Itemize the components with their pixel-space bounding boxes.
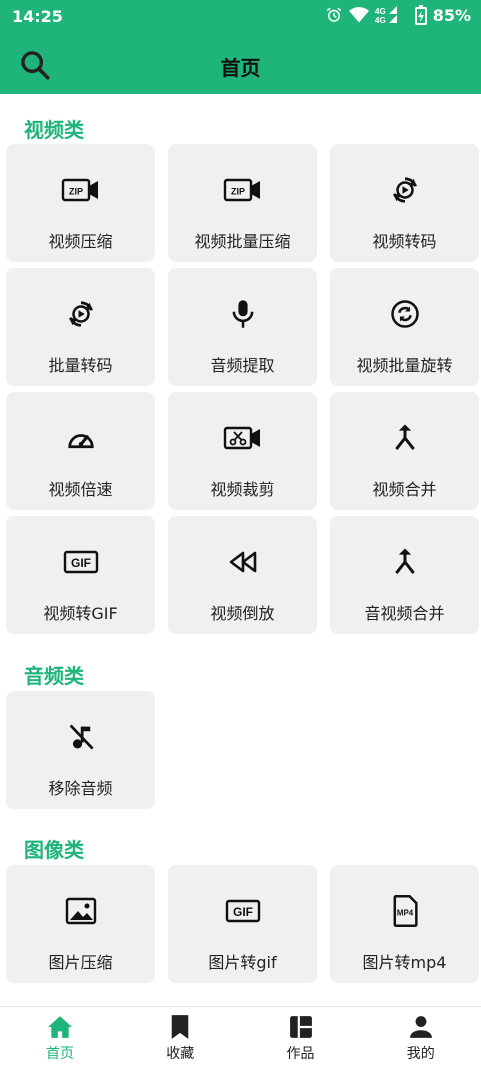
- tool-tile-label: 视频转GIF: [43, 604, 118, 623]
- zip-video-icon: ZIP: [168, 174, 317, 206]
- battery-percent: 85%: [432, 5, 471, 25]
- tool-tile[interactable]: 视频裁剪: [168, 392, 317, 510]
- tool-tile[interactable]: MP4 图片转mp4: [330, 865, 479, 983]
- bottom-navigation: 首页 收藏 作品 我的: [0, 1006, 481, 1067]
- tool-tile-label: 视频合并: [372, 480, 437, 499]
- alarm-icon: [326, 7, 341, 22]
- nav-item-0[interactable]: 首页: [0, 1013, 120, 1067]
- nav-item-label: 首页: [46, 1046, 74, 1062]
- mp4-file-icon: MP4: [330, 895, 479, 927]
- gif-icon: GIF: [168, 895, 317, 927]
- tool-tile[interactable]: 移除音频: [6, 691, 155, 809]
- app-bar: 14:25 4G 4G 85% 首页: [0, 0, 481, 94]
- tool-tile[interactable]: 视频倒放: [168, 516, 317, 634]
- signal-4g-icon: 4G4G: [375, 6, 397, 24]
- svg-text:GIF: GIF: [71, 556, 91, 570]
- nav-item-label: 我的: [406, 1046, 435, 1062]
- tool-tile[interactable]: 视频倍速: [6, 392, 155, 510]
- tool-tile-label: 视频倍速: [48, 480, 113, 499]
- section-title-video: 视频类: [24, 118, 84, 142]
- merge-icon: [330, 422, 479, 454]
- status-icons: 4G 4G 85%: [325, 5, 471, 25]
- zip-video-icon: ZIP: [6, 174, 155, 206]
- tool-tile[interactable]: 音视频合并: [330, 516, 479, 634]
- nav-item-1[interactable]: 收藏: [120, 1013, 240, 1067]
- tool-tile-label: 视频批量旋转: [356, 356, 453, 375]
- tool-tile[interactable]: 图片压缩: [6, 865, 155, 983]
- bookmark-icon: [120, 1013, 240, 1041]
- battery-icon: [414, 5, 427, 25]
- nav-item-3[interactable]: 我的: [361, 1013, 481, 1067]
- tool-tile[interactable]: GIF 图片转gif: [168, 865, 317, 983]
- section-title-image: 图像类: [24, 838, 84, 862]
- tool-tile-label: 图片转gif: [208, 953, 277, 972]
- tool-tile[interactable]: ZIP 视频批量压缩: [168, 144, 317, 262]
- svg-text:4G: 4G: [375, 16, 386, 24]
- tool-tile-label: 批量转码: [48, 356, 113, 375]
- tool-tile-label: 视频裁剪: [210, 480, 275, 499]
- svg-text:ZIP: ZIP: [68, 187, 82, 197]
- music-off-icon: [6, 721, 155, 753]
- tool-tile[interactable]: 视频合并: [330, 392, 479, 510]
- tool-tile[interactable]: GIF 视频转GIF: [6, 516, 155, 634]
- tool-tile[interactable]: 视频批量旋转: [330, 268, 479, 386]
- svg-text:4G: 4G: [375, 7, 386, 16]
- image-icon: [6, 895, 155, 927]
- tool-tile-label: 音频提取: [210, 356, 275, 375]
- tool-tile-label: 音视频合并: [364, 604, 445, 623]
- rotate-icon: [330, 298, 479, 330]
- tool-tile[interactable]: ZIP 视频压缩: [6, 144, 155, 262]
- tool-tile[interactable]: 音频提取: [168, 268, 317, 386]
- convert-play-icon: [330, 174, 479, 206]
- tool-tile-label: 视频批量压缩: [194, 232, 291, 251]
- tool-tile-label: 视频转码: [372, 232, 437, 251]
- nav-item-label: 收藏: [166, 1046, 195, 1062]
- merge-icon: [330, 546, 479, 578]
- tool-tile-label: 视频压缩: [48, 232, 113, 251]
- svg-text:ZIP: ZIP: [230, 187, 244, 197]
- svg-text:GIF: GIF: [233, 905, 253, 919]
- tool-tile[interactable]: 批量转码: [6, 268, 155, 386]
- person-icon: [361, 1013, 481, 1041]
- nav-item-2[interactable]: 作品: [241, 1013, 361, 1067]
- toolbar: 首页: [0, 34, 481, 94]
- microphone-icon: [168, 298, 317, 330]
- status-time: 14:25: [12, 7, 63, 26]
- tool-tile[interactable]: 视频转码: [330, 144, 479, 262]
- tool-tile-label: 图片转mp4: [362, 953, 447, 972]
- convert-play-icon: [6, 298, 155, 330]
- tool-tile-label: 图片压缩: [48, 953, 113, 972]
- section-title-audio: 音频类: [24, 664, 84, 688]
- wifi-icon: [348, 7, 369, 23]
- home-icon: [0, 1013, 120, 1041]
- gif-icon: GIF: [6, 546, 155, 578]
- dashboard-icon: [241, 1013, 361, 1041]
- main-content: 视频类 ZIP 视频压缩 ZIP 视频批量压缩 视频转码 批量转码 音频提取 视频批量旋转 视频…: [0, 94, 481, 1006]
- nav-item-label: 作品: [286, 1046, 315, 1062]
- status-bar: 14:25 4G 4G 85%: [0, 0, 481, 34]
- tool-tile-label: 移除音频: [48, 779, 113, 798]
- svg-text:MP4: MP4: [396, 909, 413, 918]
- tool-tile-label: 视频倒放: [210, 604, 275, 623]
- speedometer-icon: [6, 422, 155, 454]
- rewind-icon: [168, 546, 317, 578]
- scissors-video-icon: [168, 422, 317, 454]
- page-title: 首页: [220, 56, 261, 80]
